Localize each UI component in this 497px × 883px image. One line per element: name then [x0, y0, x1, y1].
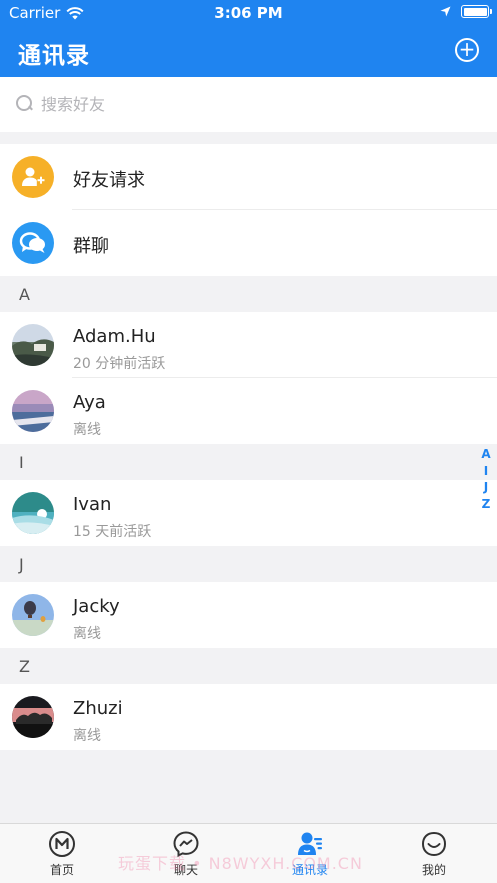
- contact-row-adam[interactable]: Adam.Hu 20 分钟前活跃: [0, 312, 497, 378]
- group-chat-label: 群聊: [73, 236, 109, 257]
- contact-status: 20 分钟前活跃: [73, 356, 166, 372]
- contact-name: Aya: [73, 392, 106, 413]
- index-letter[interactable]: Z: [482, 496, 491, 513]
- plus-circle-icon: +: [458, 37, 476, 61]
- tab-home[interactable]: 首页: [22, 830, 102, 878]
- watermark: 玩蛋下载 • N8WYXH.COM.CN: [118, 854, 363, 873]
- group-chat-item[interactable]: 群聊: [0, 210, 497, 276]
- status-icons: [440, 5, 492, 18]
- contact-row-aya[interactable]: Aya 离线: [0, 378, 497, 444]
- friend-requests-label: 好友请求: [73, 170, 145, 191]
- contact-name: Adam.Hu: [73, 326, 156, 347]
- tab-bar: 首页 聊天 通讯录 我的 玩蛋下载 • N8WYXH.COM.CN: [0, 823, 497, 883]
- contact-name: Ivan: [73, 494, 112, 515]
- tab-label: 我的: [421, 863, 446, 877]
- friend-requests-item[interactable]: 好友请求: [0, 144, 497, 210]
- index-letter[interactable]: I: [484, 463, 488, 480]
- contact-status: 离线: [73, 626, 101, 642]
- index-letter[interactable]: J: [484, 479, 488, 496]
- contact-row-jacky[interactable]: Jacky 离线: [0, 582, 497, 648]
- search-bar[interactable]: 搜索好友: [0, 77, 497, 132]
- tab-label: 首页: [49, 863, 74, 877]
- section-letter: I: [19, 453, 24, 472]
- index-letter[interactable]: A: [481, 446, 490, 463]
- group-chat-icon: [12, 222, 54, 264]
- status-bar: Carrier 3:06 PM: [0, 0, 497, 26]
- avatar: [12, 324, 54, 366]
- battery-icon: [461, 5, 492, 18]
- avatar: [12, 390, 54, 432]
- contact-status: 离线: [73, 728, 101, 744]
- contact-status: 15 天前活跃: [73, 524, 152, 540]
- section-header-a: A: [0, 276, 497, 312]
- section-letter: A: [19, 285, 30, 304]
- tab-mine[interactable]: 我的: [394, 830, 474, 878]
- add-contact-button[interactable]: +: [455, 38, 479, 62]
- nav-bar: 通讯录 +: [0, 26, 497, 77]
- avatar: [12, 696, 54, 738]
- section-header-i: I: [0, 444, 497, 480]
- avatar: [12, 594, 54, 636]
- page-title: 通讯录: [18, 43, 90, 69]
- clock: 3:06 PM: [214, 4, 283, 22]
- home-m-icon: [49, 831, 75, 857]
- search-input[interactable]: 搜索好友: [15, 91, 105, 115]
- smile-icon: [421, 831, 447, 857]
- search-placeholder: 搜索好友: [41, 95, 106, 114]
- contact-row-zhuzi[interactable]: Zhuzi 离线: [0, 684, 497, 750]
- section-letter: Z: [19, 657, 30, 676]
- contact-name: Zhuzi: [73, 698, 123, 719]
- contact-status: 离线: [73, 422, 101, 438]
- add-user-icon: [12, 156, 54, 198]
- alphabet-index[interactable]: A I J Z: [479, 446, 493, 512]
- section-header-j: J: [0, 546, 497, 582]
- search-icon: [15, 94, 33, 112]
- location-icon: [440, 6, 451, 17]
- avatar: [12, 492, 54, 534]
- contact-row-ivan[interactable]: Ivan 15 天前活跃: [0, 480, 497, 546]
- section-header-z: Z: [0, 648, 497, 684]
- contact-name: Jacky: [73, 596, 120, 617]
- section-letter: J: [19, 555, 24, 574]
